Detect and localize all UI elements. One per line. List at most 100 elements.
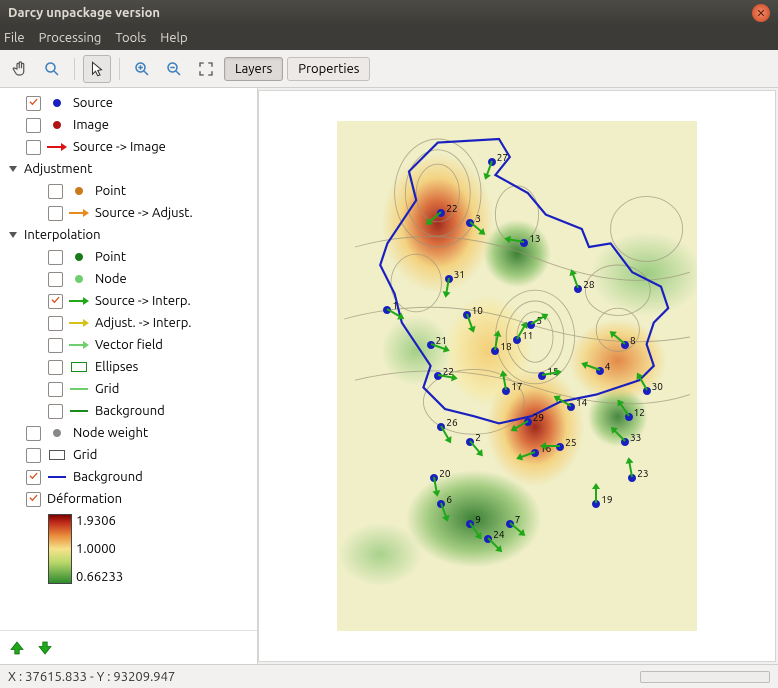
layer-int-vector-field[interactable]: Vector field — [6, 334, 255, 356]
layer-int-ellipses[interactable]: Ellipses — [6, 356, 255, 378]
menu-tools[interactable]: Tools — [115, 31, 146, 45]
layer-grid[interactable]: Grid — [6, 444, 255, 466]
map-point: 16 — [531, 449, 539, 457]
layer-int-grid[interactable]: Grid — [6, 378, 255, 400]
map-point: 8 — [621, 341, 629, 349]
window-title: Darcy unpackage version — [8, 6, 160, 20]
map-point: 20 — [430, 474, 438, 482]
layer-tree[interactable]: Source Image Source -> Image Adjustment … — [0, 88, 257, 630]
map-point: 23 — [628, 474, 636, 482]
layer-int-point[interactable]: Point — [6, 246, 255, 268]
chevron-down-icon — [9, 166, 17, 172]
sidebar-footer — [0, 630, 257, 664]
checkbox-icon[interactable] — [48, 360, 63, 375]
statusbar: X : 37615.833 - Y : 93209.947 — [0, 664, 778, 688]
layer-source[interactable]: Source — [6, 92, 255, 114]
map-point: 24 — [484, 535, 492, 543]
map-point: 31 — [445, 275, 453, 283]
map-point: 22 — [434, 372, 442, 380]
zoom-icon[interactable] — [38, 55, 66, 83]
map-canvas[interactable]: 2722313312811051121188221541730141229262… — [258, 90, 776, 662]
map-point: 7 — [506, 520, 514, 528]
zoom-out-icon[interactable] — [160, 55, 188, 83]
map-point: 9 — [466, 520, 474, 528]
checkbox-icon[interactable] — [26, 448, 41, 463]
menu-processing[interactable]: Processing — [39, 31, 102, 45]
fit-icon[interactable] — [192, 55, 220, 83]
layer-down-icon[interactable] — [36, 639, 54, 657]
legend-max: 1.9306 — [76, 514, 123, 528]
sidebar: Source Image Source -> Image Adjustment … — [0, 88, 258, 664]
map-point: 10 — [463, 311, 471, 319]
titlebar: Darcy unpackage version ✕ — [0, 0, 778, 26]
layer-int-source-interp[interactable]: Source -> Interp. — [6, 290, 255, 312]
boundary-polygon — [380, 139, 668, 423]
layer-int-adjust-interp[interactable]: Adjust. -> Interp. — [6, 312, 255, 334]
map-point: 18 — [491, 347, 499, 355]
map-point: 11 — [513, 336, 521, 344]
toolbar: Layers Properties — [0, 50, 778, 88]
checkbox-icon[interactable] — [26, 492, 41, 507]
map-point: 25 — [556, 443, 564, 451]
menu-file[interactable]: File — [4, 31, 25, 45]
map-point: 6 — [437, 500, 445, 508]
checkbox-icon[interactable] — [48, 404, 63, 419]
map-point: 26 — [437, 423, 445, 431]
hand-icon[interactable] — [6, 55, 34, 83]
layer-image[interactable]: Image — [6, 114, 255, 136]
map-point: 28 — [574, 285, 582, 293]
checkbox-icon[interactable] — [48, 316, 63, 331]
pointer-icon[interactable] — [83, 55, 111, 83]
map-point: 13 — [520, 239, 528, 247]
map-point: 15 — [538, 372, 546, 380]
checkbox-icon[interactable] — [48, 338, 63, 353]
checkbox-icon[interactable] — [26, 470, 41, 485]
map-point: 29 — [524, 418, 532, 426]
map-point: 30 — [643, 387, 651, 395]
map-point: 21 — [427, 341, 435, 349]
tab-properties[interactable]: Properties — [287, 57, 370, 81]
map-point: 14 — [567, 403, 575, 411]
close-icon[interactable]: ✕ — [752, 4, 770, 22]
checkbox-icon[interactable] — [48, 294, 63, 309]
layer-adj-point[interactable]: Point — [6, 180, 255, 202]
map-point: 3 — [466, 219, 474, 227]
layer-background[interactable]: Background — [6, 466, 255, 488]
zoom-in-icon[interactable] — [128, 55, 156, 83]
layer-deformation[interactable]: Déformation — [6, 488, 255, 510]
map-point: 22 — [437, 209, 445, 217]
legend-mid: 1.0000 — [76, 542, 123, 556]
legend: 1.9306 1.0000 0.66233 — [48, 514, 255, 584]
menubar: File Processing Tools Help — [0, 26, 778, 50]
map-point: 27 — [488, 158, 496, 166]
layer-int-node[interactable]: Node — [6, 268, 255, 290]
checkbox-icon[interactable] — [48, 184, 63, 199]
menu-help[interactable]: Help — [160, 31, 187, 45]
map-point: 12 — [625, 413, 633, 421]
group-adjustment[interactable]: Adjustment — [6, 158, 255, 180]
checkbox-icon[interactable] — [48, 382, 63, 397]
checkbox-icon[interactable] — [26, 118, 41, 133]
layer-up-icon[interactable] — [8, 639, 26, 657]
layer-int-background[interactable]: Background — [6, 400, 255, 422]
tab-layers[interactable]: Layers — [224, 57, 283, 81]
map-point: 1 — [383, 306, 391, 314]
chevron-down-icon — [9, 232, 17, 238]
layer-node-weight[interactable]: Node weight — [6, 422, 255, 444]
legend-colorbar — [48, 514, 72, 584]
layer-source-image[interactable]: Source -> Image — [6, 136, 255, 158]
checkbox-icon[interactable] — [26, 96, 41, 111]
checkbox-icon[interactable] — [48, 250, 63, 265]
checkbox-icon[interactable] — [26, 140, 41, 155]
checkbox-icon[interactable] — [48, 272, 63, 287]
map-point: 17 — [502, 387, 510, 395]
map-point: 19 — [592, 500, 600, 508]
map-point: 2 — [466, 438, 474, 446]
checkbox-icon[interactable] — [26, 426, 41, 441]
checkbox-icon[interactable] — [48, 206, 63, 221]
map-point: 4 — [596, 367, 604, 375]
layer-adj-source-adjust[interactable]: Source -> Adjust. — [6, 202, 255, 224]
legend-min: 0.66233 — [76, 570, 123, 584]
group-interpolation[interactable]: Interpolation — [6, 224, 255, 246]
status-coords: X : 37615.833 - Y : 93209.947 — [8, 670, 175, 684]
